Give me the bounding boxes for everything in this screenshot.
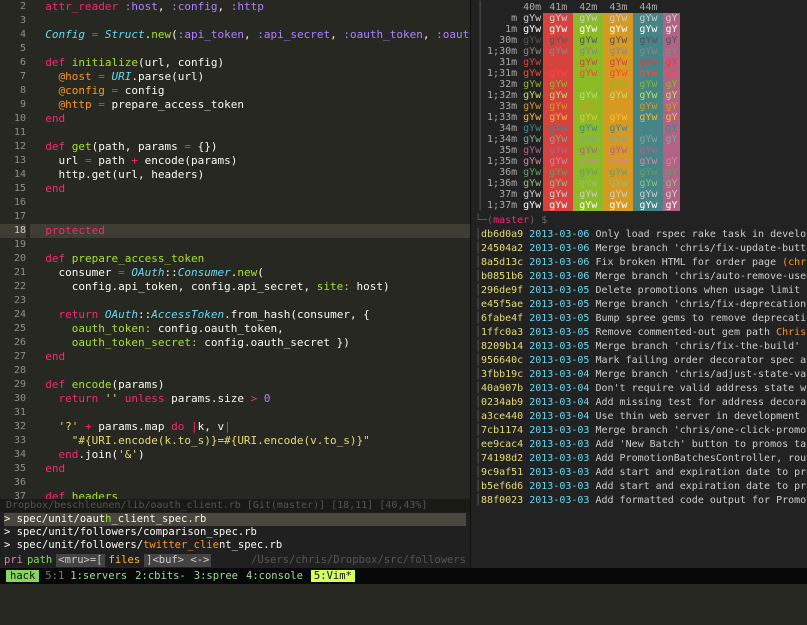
git-log-row[interactable]: │7cb1174 2013-03-03 Merge branch 'chris/…: [475, 424, 807, 438]
code-line[interactable]: [30, 294, 470, 308]
ctrlp-pri: pri: [4, 554, 23, 567]
tmux-tab[interactable]: 1:servers: [70, 570, 127, 582]
ctrlp-mode-files: files: [109, 554, 141, 567]
code-line[interactable]: protected: [30, 224, 470, 238]
tmux-status-bar[interactable]: hack 5:1 1:servers 2:cbits- 3:spree 4:conso…: [0, 568, 807, 584]
git-log-row[interactable]: │8a5d13c 2013-03-06 Fix broken HTML for …: [475, 256, 807, 270]
git-log-row[interactable]: │b0851b6 2013-03-06 Merge branch 'chris/…: [475, 270, 807, 284]
code-lines[interactable]: attr_reader :host, :config, :http Config…: [30, 0, 470, 499]
code-line[interactable]: return '' unless params.size > 0: [30, 392, 470, 406]
ctrlp-buf: ]<buf> <->: [144, 554, 211, 567]
git-log-row[interactable]: │956640c 2013-03-05 Mark failing order d…: [475, 354, 807, 368]
tmux-tab[interactable]: 4:console: [246, 570, 303, 582]
code-line[interactable]: @host = URI.parse(url): [30, 70, 470, 84]
git-log-row[interactable]: │b5ef6d6 2013-03-03 Add start and expira…: [475, 480, 807, 494]
code-line[interactable]: [30, 42, 470, 56]
code-line[interactable]: oauth_token: config.oauth_token,: [30, 322, 470, 336]
git-log-row[interactable]: │1ffc0a3 2013-03-05 Remove commented-out…: [475, 326, 807, 340]
git-log-row[interactable]: │88f0023 2013-03-03 Add formatted code o…: [475, 494, 807, 508]
code-line[interactable]: [30, 238, 470, 252]
ctrlp-prompt[interactable]: pri path <mru>=[ files ]<buf> <-> /Users…: [0, 553, 470, 568]
code-line[interactable]: [30, 406, 470, 420]
code-line[interactable]: "#{URI.encode(k.to_s)}=#{URI.encode(v.to…: [30, 434, 470, 448]
tmux-tab[interactable]: 2:cbits-: [135, 570, 186, 582]
shell-prompt[interactable]: └─(master) $: [471, 213, 807, 228]
code-line[interactable]: http.get(url, headers): [30, 168, 470, 182]
git-log-row[interactable]: │8209b14 2013-03-05 Merge branch 'chris/…: [475, 340, 807, 354]
file-list-item[interactable]: > spec/unit/followers/comparison_spec.rb: [4, 526, 466, 539]
code-line[interactable]: [30, 126, 470, 140]
git-branch: master: [493, 215, 529, 226]
code-area[interactable]: 2345678910111213141516171819202122232425…: [0, 0, 470, 499]
code-line[interactable]: end: [30, 182, 470, 196]
code-line[interactable]: def headers: [30, 490, 470, 499]
code-line[interactable]: [30, 196, 470, 210]
code-line[interactable]: [30, 210, 470, 224]
tmux-tab[interactable]: 3:spree: [194, 570, 238, 582]
buffer-info: Dropbox/beschleunen/lib/oauth_client.rb …: [6, 500, 427, 511]
code-line[interactable]: def initialize(url, config): [30, 56, 470, 70]
file-list-item[interactable]: > spec/unit/oauth_client_spec.rb: [4, 513, 466, 526]
code-line[interactable]: @http = prepare_access_token: [30, 98, 470, 112]
ctrlp-mru: <mru>=[: [56, 554, 104, 567]
file-list-item[interactable]: > spec/unit/followers/twitter_client_spe…: [4, 539, 466, 552]
tmux-pos: 5:1: [45, 570, 64, 582]
git-log-row[interactable]: │a3ce440 2013-03-04 Use thin web server …: [475, 410, 807, 424]
tmux-tab[interactable]: 5:Vim*: [311, 570, 355, 582]
code-line[interactable]: consumer = OAuth::Consumer.new(: [30, 266, 470, 280]
code-line[interactable]: oauth_token_secret: config.oauth_secret …: [30, 336, 470, 350]
code-line[interactable]: def encode(params): [30, 378, 470, 392]
tmux-session[interactable]: hack: [6, 570, 39, 582]
git-log-row[interactable]: │40a907b 2013-03-04 Don't require valid …: [475, 382, 807, 396]
code-line[interactable]: end: [30, 462, 470, 476]
code-line[interactable]: '?' + params.map do |k, v|: [30, 420, 470, 434]
code-line[interactable]: @config = config: [30, 84, 470, 98]
code-line[interactable]: config.api_token, config.api_secret, sit…: [30, 280, 470, 294]
git-log-row[interactable]: │296de9f 2013-03-05 Delete promotions wh…: [475, 284, 807, 298]
editor-status-bar: Dropbox/beschleunen/lib/oauth_client.rb …: [0, 499, 470, 512]
git-log-row[interactable]: │db6d0a9 2013-03-06 Only load rspec rake…: [475, 228, 807, 242]
code-line[interactable]: end.join('&'): [30, 448, 470, 462]
code-line[interactable]: [30, 364, 470, 378]
ctrlp-file-list[interactable]: > spec/unit/oauth_client_spec.rb> spec/u…: [0, 512, 470, 553]
git-log-row[interactable]: │3fbb19c 2013-03-04 Merge branch 'chris/…: [475, 368, 807, 382]
ansi-color-table: │40m41m42m43m44m│mgYwgYwgYwgYwgYwgY│1mgY…: [475, 2, 680, 211]
code-line[interactable]: end: [30, 350, 470, 364]
git-log-row[interactable]: │0234ab9 2013-03-04 Add missing test for…: [475, 396, 807, 410]
code-line[interactable]: attr_reader :host, :config, :http: [30, 0, 470, 14]
git-log-row[interactable]: │24504a2 2013-03-06 Merge branch 'chris/…: [475, 242, 807, 256]
ctrlp-cwd: /Users/chris/Dropbox/src/followers: [251, 554, 466, 567]
git-log-row[interactable]: │e45f5ae 2013-03-05 Merge branch 'chris/…: [475, 298, 807, 312]
line-number-gutter: 2345678910111213141516171819202122232425…: [0, 0, 30, 499]
git-log[interactable]: │db6d0a9 2013-03-06 Only load rspec rake…: [471, 228, 807, 568]
terminal-pane[interactable]: │40m41m42m43m44m│mgYwgYwgYwgYwgYwgY│1mgY…: [470, 0, 807, 568]
code-line[interactable]: return OAuth::AccessToken.from_hash(cons…: [30, 308, 470, 322]
code-line[interactable]: Config = Struct.new(:api_token, :api_sec…: [30, 28, 470, 42]
ctrlp-mode-path: path: [27, 554, 52, 567]
editor-pane: 2345678910111213141516171819202122232425…: [0, 0, 470, 568]
git-log-row[interactable]: │74198d2 2013-03-03 Add PromotionBatches…: [475, 452, 807, 466]
code-line[interactable]: def get(path, params = {}): [30, 140, 470, 154]
tmux-tabs[interactable]: 1:servers 2:cbits- 3:spree 4:console 5:Vim*: [70, 570, 363, 582]
code-line[interactable]: end: [30, 112, 470, 126]
code-line[interactable]: [30, 476, 470, 490]
git-log-row[interactable]: │6fabe4f 2013-03-05 Bump spree gems to r…: [475, 312, 807, 326]
code-line[interactable]: url = path + encode(params): [30, 154, 470, 168]
code-line[interactable]: def prepare_access_token: [30, 252, 470, 266]
git-log-row[interactable]: │9c9af51 2013-03-03 Add start and expira…: [475, 466, 807, 480]
git-log-row[interactable]: │ee9cac4 2013-03-03 Add 'New Batch' butt…: [475, 438, 807, 452]
code-line[interactable]: [30, 14, 470, 28]
